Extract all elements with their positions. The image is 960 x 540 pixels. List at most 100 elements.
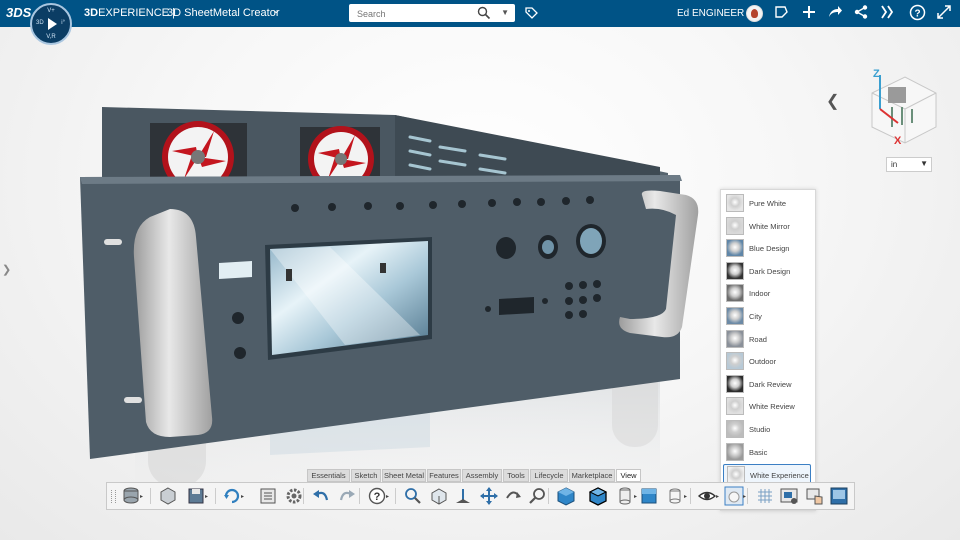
ambience-thumbnail [726,284,744,303]
toolbar-separator [359,488,360,504]
hand-icon[interactable] [805,486,825,506]
dassault-logo[interactable]: 3DS [6,5,31,20]
view-mode-icon[interactable] [639,486,659,506]
capture-icon[interactable] [779,486,799,506]
model-scene[interactable]: Z X [0,27,960,540]
tab-marketplace[interactable]: Marketplace [569,469,615,482]
shading-edges-icon[interactable] [588,486,608,506]
tab-sheet-metal[interactable]: Sheet Metal [382,469,426,482]
robot-icon[interactable] [453,486,473,506]
ambience-item-basic[interactable]: Basic [723,442,811,462]
ambience-label: City [749,312,762,321]
search-options-chevron-icon[interactable]: ▼ [501,8,509,17]
user-avatar[interactable] [746,5,763,22]
view-normal-icon[interactable] [429,486,449,506]
toolbar-separator [303,488,304,504]
redo-icon[interactable] [337,486,357,506]
unit-value: in [891,160,898,169]
app-menu-chevron-icon[interactable]: ⌄ [272,5,280,16]
ambience-item-city[interactable]: City [723,306,811,326]
compass-apps-icon[interactable] [878,4,896,22]
ambience-item-dark-review[interactable]: Dark Review [723,374,811,394]
shading-icon[interactable] [556,486,576,506]
ambience-thumbnail [726,194,744,212]
ambience-item-blue-design[interactable]: Blue Design [723,238,811,258]
visibility-dropdown-arrow-icon[interactable]: ▸ [716,493,722,513]
top-bar: 3DS 3DEXPERIENCE | 3D SheetMetal Creator… [0,0,960,27]
ambience-item-dark-design[interactable]: Dark Design [723,261,811,281]
tab-features[interactable]: Features [427,469,461,482]
help-dropdown-arrow-icon[interactable]: ▸ [386,493,392,513]
tag-icon[interactable] [524,6,539,26]
properties-icon[interactable] [258,486,278,506]
compass-widget[interactable]: V+ 3D i° V,R [30,3,72,45]
tab-assembly[interactable]: Assembly [462,469,502,482]
compass-bottom-label: V,R [46,34,56,40]
3d-viewport[interactable]: Z X ❯ ❮ in ▼ Pure White White Mirror Blue … [0,27,960,540]
rotate-icon[interactable] [503,486,523,506]
community-share-icon[interactable] [852,4,870,22]
toolbar-drag-handle[interactable] [111,490,116,503]
database-icon[interactable] [121,486,141,506]
database-dropdown-arrow-icon[interactable]: ▸ [140,493,146,513]
ambience-item-outdoor[interactable]: Outdoor [723,351,811,371]
unit-select[interactable]: in ▼ [886,157,932,172]
ambience-item-studio[interactable]: Studio [723,419,811,439]
settings-icon[interactable] [284,486,304,506]
ambience-dropdown-arrow-icon[interactable]: ▸ [743,493,749,513]
ambience-label: White Review [749,402,795,412]
search-box[interactable]: ▼ [349,4,515,22]
tab-tools[interactable]: Tools [503,469,529,482]
user-name[interactable]: Ed ENGINEER [677,8,744,19]
compass-play-icon[interactable] [48,18,57,30]
ambience-thumbnail [726,261,744,280]
ambience-thumbnail [726,374,744,393]
ambience-label: Basic [749,447,768,457]
visibility-icon[interactable] [697,486,717,506]
save-dropdown-arrow-icon[interactable]: ▸ [205,493,211,513]
undo-icon[interactable] [311,486,331,506]
help-icon[interactable]: ? [367,486,387,506]
ambience-label: Studio [749,425,771,434]
add-icon[interactable] [800,4,818,22]
view-cube[interactable]: Z X [871,68,937,147]
ambience-item-indoor[interactable]: Indoor [723,283,811,303]
ambience-label: Road [749,334,767,344]
forward-icon[interactable] [826,4,844,22]
ambience-item-white-mirror[interactable]: White Mirror [723,216,811,236]
ambience-item-pure-white[interactable]: Pure White [723,193,811,213]
share-icon[interactable] [772,4,790,22]
cylinder-icon[interactable] [615,486,635,506]
tab-essentials[interactable]: Essentials [307,469,350,482]
ambience-label: White Experience [750,471,809,481]
zoom-icon[interactable] [528,486,548,506]
action-bar-toolbar: ▸ ▸ ▸? ▸ ▸ ▸ ▸ ▸ [106,482,855,510]
fullscreen-icon[interactable] [935,4,953,22]
collapse-panel-chevron-icon[interactable]: ❮ [826,91,839,111]
update-icon[interactable] [222,486,242,506]
ambience-thumbnail [726,352,744,371]
tab-view[interactable]: View [616,469,641,482]
help-icon[interactable]: ? [908,4,926,22]
ambience-label: Pure White [749,199,787,208]
toolbar-separator [150,488,151,504]
screen-icon[interactable] [829,486,849,506]
pan-icon[interactable] [479,486,499,506]
grid-icon[interactable] [755,486,775,506]
zoom-fit-icon[interactable] [403,486,423,506]
tab-lifecycle[interactable]: Lifecycle [530,469,568,482]
ambience-thumbnail [726,307,744,325]
update-dropdown-arrow-icon[interactable]: ▸ [241,493,247,513]
ambience-icon[interactable] [724,486,744,506]
tab-sketch[interactable]: Sketch [351,469,381,482]
part-icon[interactable] [158,486,178,506]
display-icon[interactable] [665,486,685,506]
app-title[interactable]: 3D SheetMetal Creator [167,7,280,19]
platform-brand: 3DEXPERIENCE | [84,7,175,19]
search-icon[interactable] [477,6,491,25]
search-input[interactable] [355,6,479,22]
expand-tree-chevron-icon[interactable]: ❯ [2,263,11,276]
save-icon[interactable] [186,486,206,506]
ambience-item-road[interactable]: Road [723,329,811,349]
ambience-item-white-review[interactable]: White Review [723,396,811,416]
